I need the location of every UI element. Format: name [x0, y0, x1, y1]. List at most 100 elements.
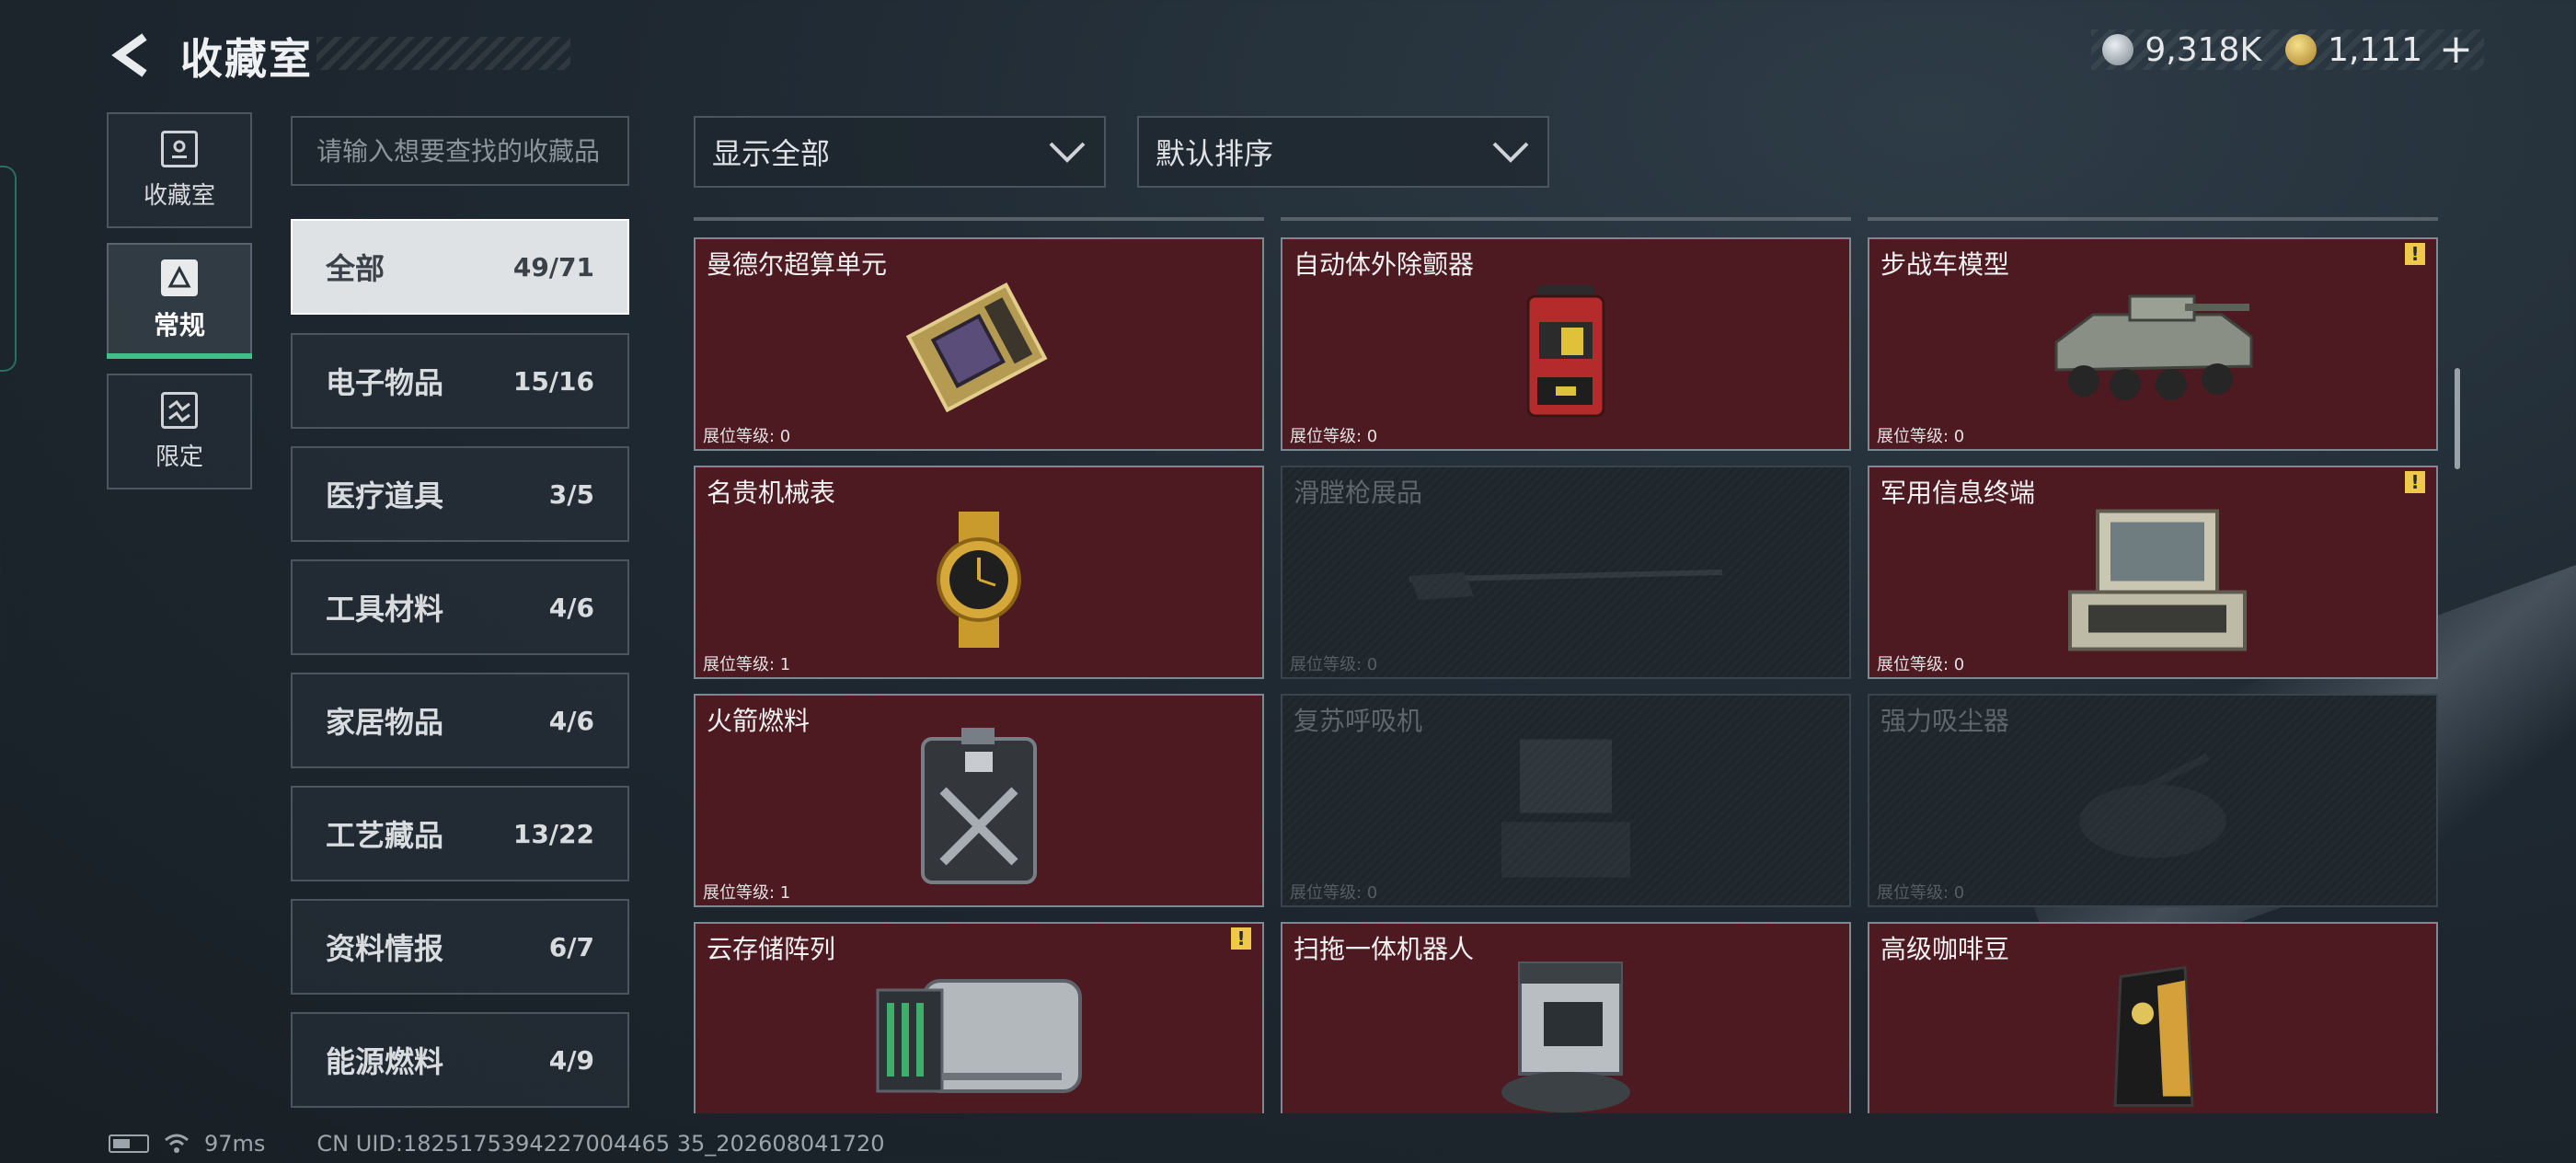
- category-count: 3/5: [548, 478, 594, 510]
- back-button[interactable]: [103, 28, 158, 83]
- coffee-beans-icon: [2113, 965, 2194, 1107]
- edge-tab: [0, 166, 17, 372]
- page-title: 收藏室: [180, 34, 313, 84]
- active-tab-indicator: [107, 353, 252, 359]
- cloud-storage-icon: [876, 979, 1082, 1093]
- side-tab-label: 限定: [155, 443, 203, 471]
- row-divider: [1868, 217, 2438, 221]
- battery-icon: [109, 1134, 149, 1153]
- item-level: 展位等级: 0: [1877, 883, 1965, 903]
- category-count: 13/22: [512, 818, 594, 849]
- item-card[interactable]: 复苏呼吸机 展位等级: 0: [1281, 694, 1851, 907]
- item-card[interactable]: 曼德尔超算单元 展位等级: 0: [694, 237, 1264, 451]
- category-electronics[interactable]: 电子物品 15/16: [291, 333, 629, 429]
- category-crafts[interactable]: 工艺藏品 13/22: [291, 786, 629, 881]
- side-tab-regular[interactable]: 常规: [107, 243, 252, 359]
- item-name: 扫拖一体机器人: [1294, 934, 1475, 964]
- category-intel[interactable]: 资料情报 6/7: [291, 899, 629, 995]
- item-name: 复苏呼吸机: [1294, 706, 1423, 736]
- side-tab-collection-room[interactable]: 收藏室: [107, 112, 252, 228]
- back-arrow-icon: [111, 33, 147, 77]
- ventilator-icon: [1501, 739, 1630, 878]
- row-divider: [1281, 217, 1851, 221]
- rocket-fuel-icon: [921, 728, 1037, 884]
- dropdown-value: 显示全部: [712, 136, 831, 171]
- search-input[interactable]: [291, 116, 629, 186]
- wifi-icon: [165, 1134, 189, 1153]
- ifv-model-icon: [2054, 294, 2253, 400]
- item-card[interactable]: 自动体外除颤器 展位等级: 0: [1281, 237, 1851, 451]
- category-energy[interactable]: 能源燃料 4/9: [291, 1012, 629, 1108]
- item-level: 展位等级: 0: [1290, 655, 1378, 674]
- item-name: 曼德尔超算单元: [707, 249, 888, 280]
- category-count: 15/16: [512, 365, 594, 397]
- category-name: 工具材料: [326, 592, 444, 627]
- chevron-down-icon: [1492, 142, 1529, 163]
- category-medical[interactable]: 医疗道具 3/5: [291, 446, 629, 542]
- item-name: 军用信息终端: [1880, 478, 2036, 508]
- item-card[interactable]: 云存储阵列 !: [694, 922, 1264, 1113]
- category-count: 4/9: [548, 1044, 594, 1076]
- category-count: 4/6: [548, 592, 594, 623]
- category-name: 资料情报: [326, 931, 444, 966]
- limited-icon: [161, 391, 198, 429]
- category-name: 全部: [326, 251, 385, 286]
- item-name: 高级咖啡豆: [1880, 934, 2010, 964]
- category-name: 能源燃料: [326, 1044, 444, 1079]
- collection-grid: 曼德尔超算单元 展位等级: 0 自动体外除颤器 展位等级: 0 步战车模型 !: [694, 217, 2442, 1113]
- item-level: 展位等级: 0: [1877, 655, 1965, 674]
- vacuum-icon: [2079, 753, 2226, 858]
- item-name: 名贵机械表: [707, 478, 836, 508]
- defibrillator-icon: [1526, 285, 1605, 418]
- chevron-down-icon: [1049, 142, 1086, 163]
- ping-text: 97ms: [204, 1131, 266, 1157]
- category-tools[interactable]: 工具材料 4/6: [291, 559, 629, 655]
- robot-mop-icon: [1501, 961, 1630, 1112]
- item-card[interactable]: 名贵机械表 展位等级: 1: [694, 466, 1264, 679]
- add-currency-icon[interactable]: +: [2439, 29, 2473, 70]
- supercomputer-unit-icon: [905, 282, 1048, 413]
- silver-coin-icon: [2102, 34, 2134, 65]
- row-divider: [694, 217, 1264, 221]
- item-card[interactable]: 步战车模型 ! 展位等级: 0: [1868, 237, 2438, 451]
- dropdown-value: 默认排序: [1156, 136, 1274, 171]
- military-terminal-icon: [2068, 509, 2247, 651]
- collection-room-icon: [161, 130, 198, 167]
- item-name: 云存储阵列: [707, 934, 836, 964]
- currency-bar: 9,318K 1,111 +: [2091, 29, 2484, 70]
- item-card[interactable]: 强力吸尘器 展位等级: 0: [1868, 694, 2438, 907]
- silver-amount: 9,318K: [2145, 30, 2262, 69]
- item-card[interactable]: 高级咖啡豆: [1868, 922, 2438, 1113]
- category-all[interactable]: 全部 49/71: [291, 219, 629, 315]
- sort-dropdown[interactable]: 默认排序: [1137, 116, 1549, 188]
- category-count: 4/6: [548, 705, 594, 736]
- warning-icon: !: [2405, 243, 2425, 265]
- item-card[interactable]: 扫拖一体机器人: [1281, 922, 1851, 1113]
- mechanical-watch-icon: [937, 512, 1021, 648]
- item-card[interactable]: 军用信息终端 ! 展位等级: 0: [1868, 466, 2438, 679]
- status-bar: 97ms CN UID:1825175394227004465 35_20260…: [109, 1130, 885, 1157]
- item-name: 步战车模型: [1880, 249, 2010, 280]
- item-name: 自动体外除颤器: [1294, 249, 1475, 280]
- item-level: 展位等级: 0: [1290, 427, 1378, 446]
- title-decoration: [316, 37, 570, 70]
- item-level: 展位等级: 0: [703, 427, 791, 446]
- side-tab-limited[interactable]: 限定: [107, 374, 252, 489]
- item-level: 展位等级: 1: [703, 883, 791, 903]
- side-tab-label: 常规: [153, 310, 205, 340]
- warning-icon: !: [1231, 927, 1251, 950]
- display-filter-dropdown[interactable]: 显示全部: [694, 116, 1106, 188]
- item-level: 展位等级: 1: [703, 655, 791, 674]
- category-household[interactable]: 家居物品 4/6: [291, 673, 629, 768]
- musket-icon: [1409, 570, 1723, 600]
- category-count: 49/71: [512, 251, 594, 282]
- grid-scrollbar[interactable]: [2455, 368, 2460, 469]
- item-name: 强力吸尘器: [1880, 706, 2010, 736]
- item-name: 滑膛枪展品: [1294, 478, 1423, 508]
- item-card[interactable]: 火箭燃料 展位等级: 1: [694, 694, 1264, 907]
- regular-icon: [161, 259, 198, 296]
- item-level: 展位等级: 0: [1877, 427, 1965, 446]
- gold-coin-icon: [2285, 34, 2317, 65]
- side-tab-label: 收藏室: [143, 181, 215, 210]
- item-card[interactable]: 滑膛枪展品 展位等级: 0: [1281, 466, 1851, 679]
